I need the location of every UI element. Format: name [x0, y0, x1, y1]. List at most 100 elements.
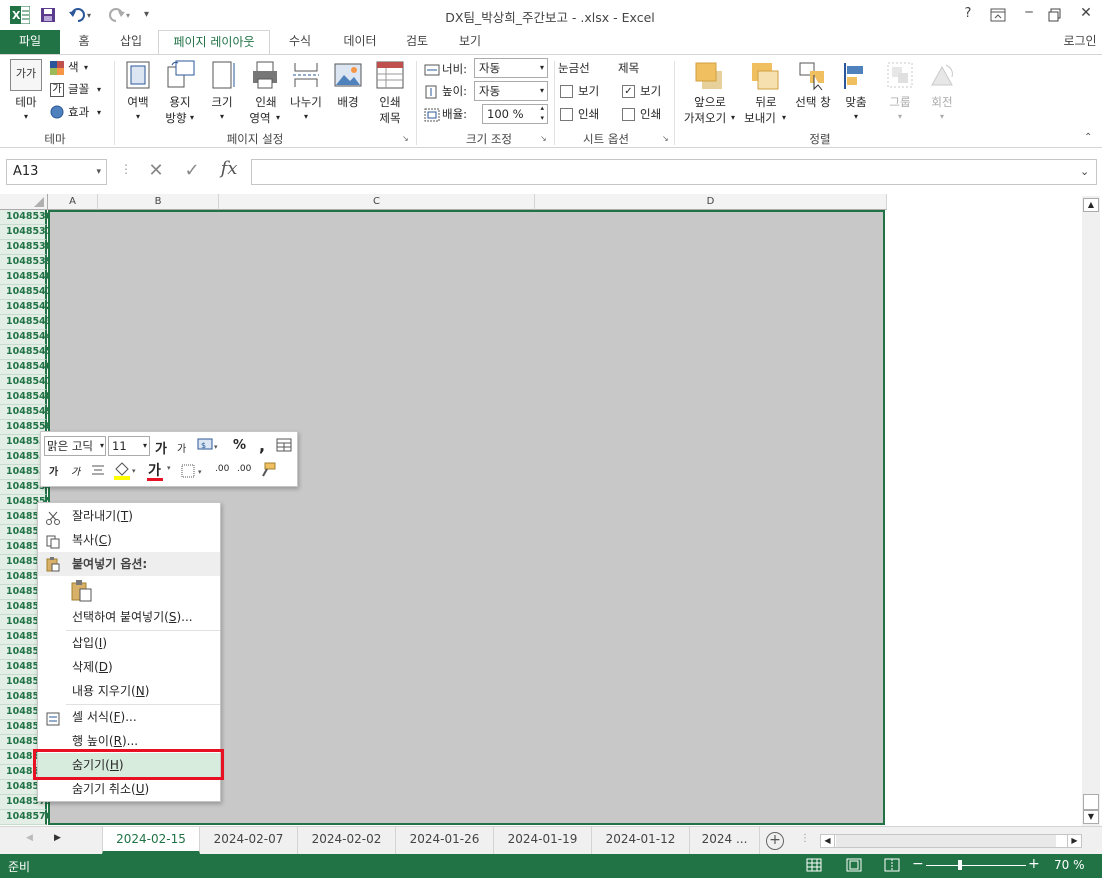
decrease-font-icon[interactable]: 가	[177, 440, 186, 455]
scroll-thumb[interactable]	[836, 835, 1056, 847]
scroll-up-icon[interactable]: ▲	[1083, 198, 1099, 212]
row-header[interactable]: 1048539	[0, 255, 52, 270]
font-size-select[interactable]: 11 ▾	[108, 436, 150, 456]
row-header[interactable]: 1048540	[0, 270, 52, 285]
zoom-slider-thumb[interactable]	[958, 860, 962, 870]
borders-icon[interactable]: ▾	[181, 464, 207, 478]
chevron-down-icon[interactable]: ▾	[96, 160, 101, 184]
selection-pane-icon[interactable]	[798, 61, 828, 91]
row-header[interactable]: 1048537	[0, 225, 52, 240]
fonts-dropdown-icon[interactable]: ▾	[97, 82, 101, 97]
tab-file[interactable]: 파일	[0, 30, 60, 54]
scroll-left-icon[interactable]: ◀	[821, 835, 835, 847]
sheet-tab[interactable]: 2024-02-07	[200, 827, 298, 854]
breaks-button[interactable]: 나누기	[286, 95, 326, 110]
scale-spinner[interactable]: 100 % ▴ ▾	[482, 104, 548, 124]
send-backward-label-1[interactable]: 뒤로	[746, 95, 786, 110]
print-titles-label-2[interactable]: 제목	[370, 111, 410, 126]
insert-function-icon[interactable]: fx	[216, 158, 242, 179]
breaks-dropdown-icon[interactable]: ▾	[286, 109, 326, 124]
normal-view-icon[interactable]	[806, 858, 822, 872]
orientation-dropdown-icon[interactable]: ▾	[190, 110, 194, 125]
bold-button[interactable]: 가	[49, 463, 58, 478]
sheet-tab-more[interactable]: 2024 ...	[690, 827, 760, 854]
align-icon[interactable]	[842, 61, 870, 91]
themes-label[interactable]: 테마	[8, 95, 44, 110]
colors-button[interactable]: 색	[68, 60, 79, 75]
effects-dropdown-icon[interactable]: ▾	[97, 105, 101, 120]
row-header[interactable]: 1048549	[0, 405, 52, 420]
center-align-icon[interactable]	[91, 464, 105, 476]
fonts-button[interactable]: 글꼴	[68, 82, 89, 97]
menu-item-cut[interactable]: 잘라내기(T)	[38, 504, 220, 528]
themes-dropdown-icon[interactable]: ▾	[8, 109, 44, 124]
breaks-icon[interactable]	[292, 61, 320, 89]
tab-review[interactable]: 검토	[396, 30, 438, 54]
background-button[interactable]: 배경	[328, 95, 368, 110]
zoom-in-button[interactable]: +	[1028, 856, 1040, 872]
headings-print-label[interactable]: 인쇄	[640, 107, 661, 122]
increase-decimal-button[interactable]: .00	[215, 464, 229, 474]
fill-color-icon[interactable]: ▾	[113, 461, 139, 481]
menu-item-insert[interactable]: 삽입(I)	[38, 631, 220, 655]
sheet-tab[interactable]: 2024-02-02	[298, 827, 396, 854]
row-header[interactable]: 1048576	[0, 810, 52, 825]
orientation-label-1[interactable]: 용지	[160, 95, 200, 110]
italic-button[interactable]: 가	[71, 463, 80, 478]
width-select[interactable]: 자동 ▾	[474, 58, 548, 78]
page-layout-view-icon[interactable]	[846, 858, 862, 872]
headings-print-checkbox[interactable]	[622, 108, 635, 121]
fonts-icon[interactable]: 가	[50, 83, 64, 97]
login-link[interactable]: 로그인	[1058, 30, 1102, 54]
enter-icon[interactable]: ✓	[182, 160, 202, 181]
tab-insert[interactable]: 삽입	[110, 30, 152, 54]
selection-pane-button[interactable]: 선택 창	[790, 95, 836, 110]
zoom-level[interactable]: 70 %	[1054, 858, 1085, 872]
bring-forward-icon[interactable]	[694, 61, 724, 91]
undo-icon[interactable]: ▾	[68, 6, 96, 24]
headings-view-checkbox[interactable]: ✓	[622, 85, 635, 98]
menu-item-clear-contents[interactable]: 내용 지우기(N)	[38, 679, 220, 703]
height-select[interactable]: 자동 ▾	[474, 81, 548, 101]
orientation-label-2[interactable]: 방향	[158, 111, 194, 126]
margins-icon[interactable]	[126, 61, 150, 89]
customize-qat-icon[interactable]: ▾	[144, 6, 156, 24]
format-painter-icon[interactable]	[259, 462, 277, 478]
print-titles-icon[interactable]	[376, 61, 404, 89]
row-header[interactable]: 1048548	[0, 390, 52, 405]
increase-font-icon[interactable]: 가	[155, 438, 167, 457]
print-area-icon[interactable]	[252, 61, 280, 89]
dialog-launcher-icon[interactable]: ↘	[402, 135, 410, 143]
horizontal-scrollbar[interactable]: ◀ ▶	[820, 834, 1082, 848]
scroll-down-icon[interactable]: ▼	[1083, 810, 1099, 824]
menu-item-unhide[interactable]: 숨기기 취소(U)	[38, 777, 220, 801]
decrease-decimal-button[interactable]: .00	[237, 464, 251, 474]
print-area-label-1[interactable]: 인쇄	[246, 95, 286, 110]
row-header[interactable]: 1048541	[0, 285, 52, 300]
sheet-tab-active[interactable]: 2024-02-15	[102, 827, 200, 854]
collapse-ribbon-icon[interactable]: ⌃	[1084, 133, 1096, 143]
row-header[interactable]: 1048546	[0, 360, 52, 375]
tab-view[interactable]: 보기	[448, 30, 492, 54]
dialog-launcher-icon[interactable]: ↘	[540, 135, 548, 143]
ribbon-display-options-icon[interactable]	[990, 8, 1006, 22]
tab-formulas[interactable]: 수식	[278, 30, 322, 54]
size-dropdown-icon[interactable]: ▾	[204, 109, 240, 124]
formula-input[interactable]	[251, 159, 1097, 185]
effects-icon[interactable]	[50, 105, 64, 119]
row-header[interactable]: 1048542	[0, 300, 52, 315]
bring-forward-label-2[interactable]: 가져오기	[680, 111, 730, 126]
scroll-right-icon[interactable]: ▶	[1067, 835, 1081, 847]
colors-icon[interactable]	[50, 61, 64, 75]
send-backward-dropdown-icon[interactable]: ▾	[782, 110, 786, 125]
menu-item-delete[interactable]: 삭제(D)	[38, 655, 220, 679]
row-header[interactable]: 1048544	[0, 330, 52, 345]
orientation-icon[interactable]	[166, 59, 196, 89]
prev-sheet-icon[interactable]: ◀	[26, 833, 33, 843]
gridlines-view-checkbox[interactable]	[560, 85, 573, 98]
margins-dropdown-icon[interactable]: ▾	[120, 109, 156, 124]
minimize-button[interactable]: ─	[1016, 5, 1042, 19]
page-break-preview-icon[interactable]	[884, 858, 900, 872]
zoom-slider[interactable]	[926, 860, 1026, 870]
sheet-tab[interactable]: 2024-01-12	[592, 827, 690, 854]
